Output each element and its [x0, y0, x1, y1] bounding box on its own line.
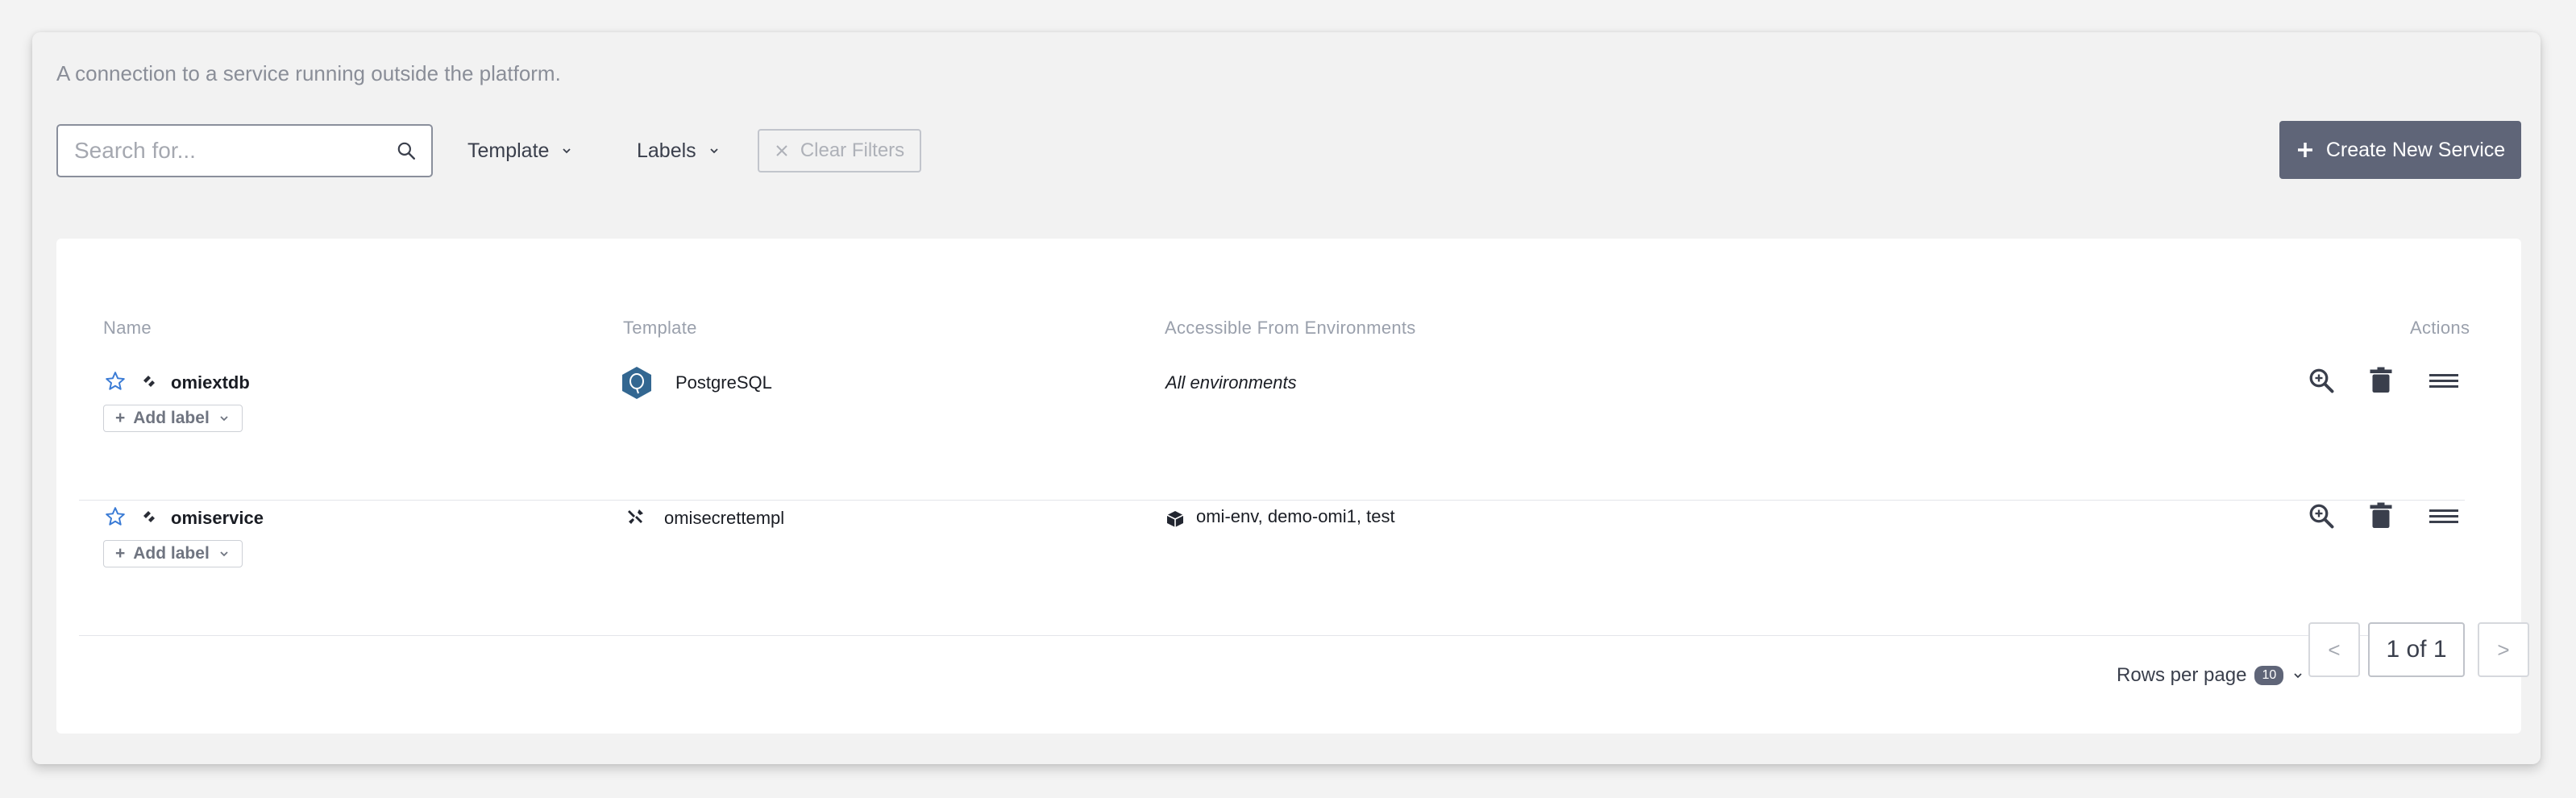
- template-filter-dropdown[interactable]: Template: [467, 134, 573, 168]
- create-new-service-button[interactable]: Create New Service: [2279, 121, 2521, 179]
- delete-icon[interactable]: [2366, 366, 2395, 395]
- chevron-down-icon: [710, 148, 718, 154]
- search-icon[interactable]: [396, 140, 417, 161]
- chevron-down-icon[interactable]: [2291, 669, 2304, 682]
- chevron-down-icon: [220, 551, 228, 557]
- row-divider: [79, 500, 2465, 501]
- chevron-down-icon: [563, 148, 571, 154]
- view-icon[interactable]: [2307, 501, 2336, 530]
- page-description: A connection to a service running outsid…: [56, 61, 561, 85]
- plus-icon: +: [115, 544, 126, 563]
- column-header-environments[interactable]: Accessible From Environments: [1165, 318, 1416, 339]
- star-icon[interactable]: [105, 506, 126, 527]
- create-new-service-label: Create New Service: [2325, 138, 2506, 161]
- chevron-down-icon: [220, 416, 228, 422]
- menu-icon[interactable]: [2428, 501, 2460, 530]
- row-divider: [79, 635, 2465, 636]
- column-header-template[interactable]: Template: [623, 318, 697, 339]
- services-table: Name Template Accessible From Environmen…: [56, 239, 2529, 734]
- service-name[interactable]: omiextdb: [171, 372, 250, 393]
- page-indicator[interactable]: 1 of 1: [2368, 622, 2465, 677]
- external-service-icon: [143, 511, 155, 522]
- template-filter-label: Template: [467, 139, 550, 162]
- rows-per-page: Rows per page 10: [2117, 664, 2304, 687]
- add-label-button[interactable]: + Add label: [103, 405, 243, 432]
- clear-filters-button[interactable]: Clear Filters: [758, 129, 921, 172]
- environment-icon: [1166, 511, 1184, 527]
- star-icon[interactable]: [105, 371, 126, 392]
- column-header-name[interactable]: Name: [103, 318, 152, 339]
- search-input[interactable]: [58, 138, 380, 164]
- previous-page-button[interactable]: <: [2308, 622, 2360, 677]
- external-service-icon: [143, 376, 155, 387]
- add-label-text: Add label: [133, 544, 210, 563]
- service-environments: All environments: [1165, 372, 1297, 393]
- menu-icon[interactable]: [2428, 366, 2460, 395]
- rows-per-page-select[interactable]: 10: [2254, 666, 2284, 685]
- labels-filter-label: Labels: [637, 139, 696, 162]
- column-header-actions: Actions: [2410, 318, 2470, 338]
- close-icon: [776, 145, 787, 156]
- search-box[interactable]: [56, 124, 433, 177]
- add-label-text: Add label: [133, 409, 210, 427]
- clear-filters-label: Clear Filters: [800, 139, 905, 161]
- service-environments: omi-env, demo-omi1, test: [1196, 506, 1395, 526]
- service-template: omisecrettempl: [664, 508, 785, 528]
- service-name[interactable]: omiservice: [171, 508, 264, 529]
- plus-icon: [2297, 143, 2312, 157]
- plus-icon: +: [115, 409, 126, 427]
- rows-per-page-label: Rows per page: [2117, 664, 2247, 686]
- add-label-button[interactable]: + Add label: [103, 540, 243, 567]
- service-template: PostgreSQL: [675, 372, 772, 393]
- view-icon[interactable]: [2307, 366, 2336, 395]
- next-page-button[interactable]: >: [2478, 622, 2529, 677]
- services-panel: A connection to a service running outsid…: [32, 32, 2541, 764]
- postgresql-icon: [622, 367, 651, 399]
- delete-icon[interactable]: [2366, 501, 2395, 530]
- wrench-icon: [628, 509, 643, 524]
- labels-filter-dropdown[interactable]: Labels: [637, 134, 721, 168]
